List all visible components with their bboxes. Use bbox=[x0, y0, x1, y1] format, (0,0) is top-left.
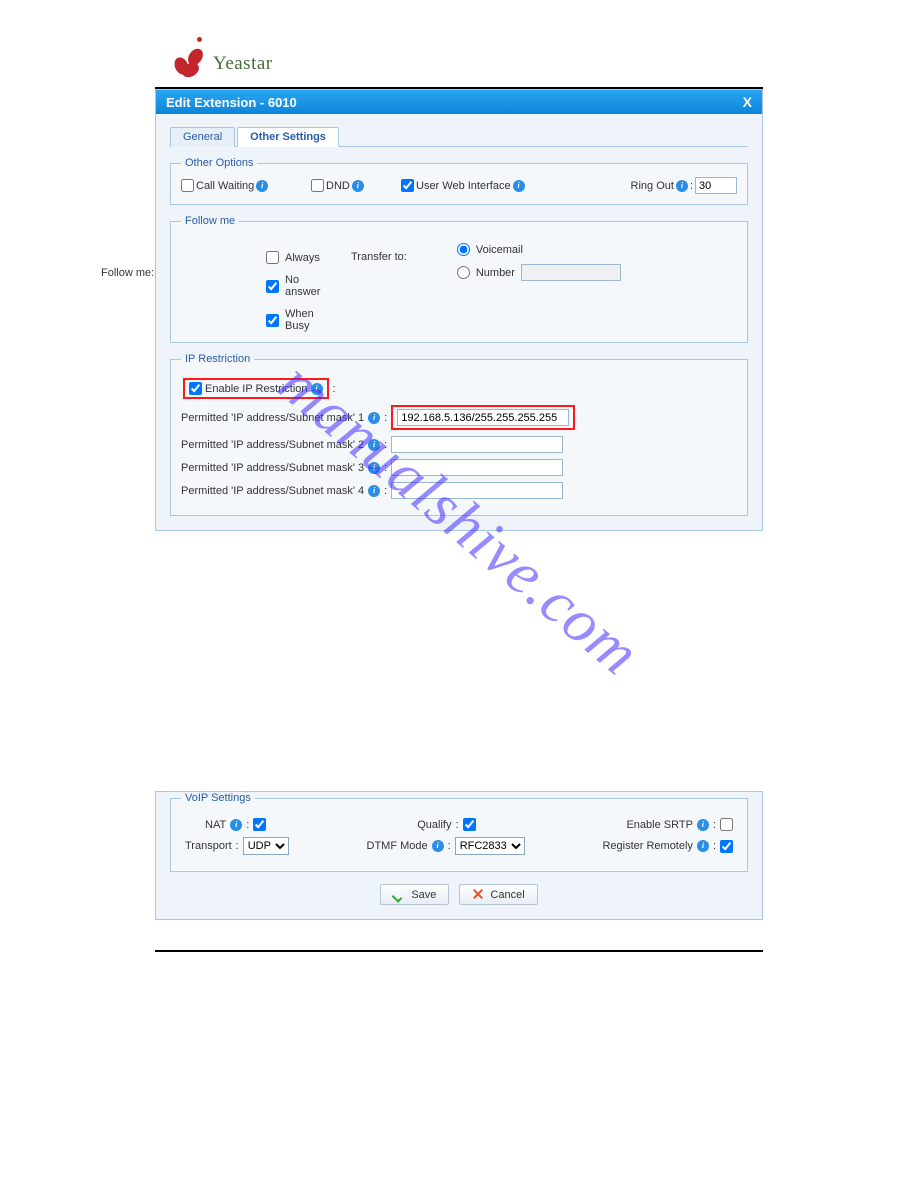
close-icon bbox=[472, 888, 485, 901]
check-icon bbox=[393, 888, 406, 901]
info-icon[interactable]: i bbox=[368, 439, 380, 451]
permit-input-4[interactable] bbox=[391, 482, 563, 499]
qualify-label: Qualify bbox=[417, 819, 451, 831]
info-icon[interactable]: i bbox=[311, 383, 323, 395]
call-waiting-label: Call Waiting bbox=[196, 180, 254, 192]
save-button[interactable]: Save bbox=[380, 884, 449, 905]
register-remotely-label: Register Remotely bbox=[602, 840, 692, 852]
number-input[interactable] bbox=[521, 264, 621, 281]
when-busy-label: When Busy bbox=[285, 308, 321, 332]
dialog-titlebar: Edit Extension - 6010 X bbox=[156, 90, 762, 114]
nat-label: NAT bbox=[205, 819, 226, 831]
permit-input-1[interactable] bbox=[397, 409, 569, 426]
transfer-to-label: Transfer to: bbox=[351, 251, 407, 263]
voicemail-radio[interactable] bbox=[457, 243, 470, 256]
info-icon[interactable]: i bbox=[676, 180, 688, 192]
brand-name: Yeastar bbox=[213, 53, 273, 75]
ip-restriction-legend: IP Restriction bbox=[181, 353, 254, 365]
permit-label-3: Permitted 'IP address/Subnet mask' 3 bbox=[181, 462, 364, 474]
number-label: Number bbox=[476, 267, 515, 279]
no-answer-label: No answer bbox=[285, 274, 321, 298]
info-icon[interactable]: i bbox=[368, 412, 380, 424]
edit-extension-dialog: Edit Extension - 6010 X General Other Se… bbox=[155, 89, 763, 531]
always-label: Always bbox=[285, 252, 320, 264]
no-answer-checkbox[interactable] bbox=[266, 280, 279, 293]
close-button[interactable]: X bbox=[743, 94, 752, 110]
dialog-title: Edit Extension - 6010 bbox=[166, 95, 297, 110]
tab-general[interactable]: General bbox=[170, 127, 235, 147]
info-icon[interactable]: i bbox=[432, 840, 444, 852]
dtmf-mode-label: DTMF Mode bbox=[367, 840, 428, 852]
tab-bar: General Other Settings bbox=[170, 126, 748, 147]
when-busy-checkbox[interactable] bbox=[266, 314, 279, 327]
cancel-button[interactable]: Cancel bbox=[459, 884, 537, 905]
enable-ip-restriction-checkbox[interactable] bbox=[189, 382, 202, 395]
info-icon[interactable]: i bbox=[513, 180, 525, 192]
register-remotely-checkbox[interactable] bbox=[720, 840, 733, 853]
call-waiting-checkbox[interactable] bbox=[181, 179, 194, 192]
permit-label-2: Permitted 'IP address/Subnet mask' 2 bbox=[181, 439, 364, 451]
info-icon[interactable]: i bbox=[256, 180, 268, 192]
info-icon[interactable]: i bbox=[368, 462, 380, 474]
transport-label: Transport bbox=[185, 840, 232, 852]
info-icon[interactable]: i bbox=[352, 180, 364, 192]
permit-label-1: Permitted 'IP address/Subnet mask' 1 bbox=[181, 412, 364, 424]
qualify-checkbox[interactable] bbox=[463, 818, 476, 831]
ring-out-label: Ring Out bbox=[631, 180, 674, 192]
user-web-interface-label: User Web Interface bbox=[416, 180, 511, 192]
dnd-label: DND bbox=[326, 180, 350, 192]
info-icon[interactable]: i bbox=[230, 819, 242, 831]
ip-restriction-group: IP Restriction Enable IP Restriction i :… bbox=[170, 353, 748, 516]
enable-srtp-label: Enable SRTP bbox=[626, 819, 692, 831]
other-options-legend: Other Options bbox=[181, 157, 257, 169]
number-radio[interactable] bbox=[457, 266, 470, 279]
voicemail-label: Voicemail bbox=[476, 244, 523, 256]
transport-select[interactable]: UDP bbox=[243, 837, 289, 855]
dtmf-mode-select[interactable]: RFC2833 bbox=[455, 837, 525, 855]
info-icon[interactable]: i bbox=[697, 819, 709, 831]
always-checkbox[interactable] bbox=[266, 251, 279, 264]
follow-me-legend: Follow me bbox=[181, 215, 239, 227]
enable-srtp-checkbox[interactable] bbox=[720, 818, 733, 831]
enable-ip-restriction-label: Enable IP Restriction bbox=[205, 383, 308, 395]
divider-bottom bbox=[155, 950, 763, 952]
info-icon[interactable]: i bbox=[368, 485, 380, 497]
tab-other-settings[interactable]: Other Settings bbox=[237, 127, 339, 147]
bottom-panel: VoIP Settings NAT i: Qualify: Enable SRT… bbox=[155, 791, 763, 920]
voip-settings-legend: VoIP Settings bbox=[181, 792, 255, 804]
other-options-group: Other Options Call Waiting i DND i Us bbox=[170, 157, 748, 205]
brand-logo: Yeastar bbox=[165, 35, 918, 79]
dnd-checkbox[interactable] bbox=[311, 179, 324, 192]
voip-settings-group: VoIP Settings NAT i: Qualify: Enable SRT… bbox=[170, 792, 748, 872]
save-label: Save bbox=[411, 889, 436, 901]
ring-out-input[interactable] bbox=[695, 177, 737, 194]
permit-label-4: Permitted 'IP address/Subnet mask' 4 bbox=[181, 485, 364, 497]
follow-me-group: Follow me Follow me: Always No answer Wh… bbox=[170, 215, 748, 343]
user-web-interface-checkbox[interactable] bbox=[401, 179, 414, 192]
permit-input-3[interactable] bbox=[391, 459, 563, 476]
permit-input-2[interactable] bbox=[391, 436, 563, 453]
info-icon[interactable]: i bbox=[697, 840, 709, 852]
logo-icon bbox=[165, 35, 209, 79]
cancel-label: Cancel bbox=[490, 889, 524, 901]
nat-checkbox[interactable] bbox=[253, 818, 266, 831]
